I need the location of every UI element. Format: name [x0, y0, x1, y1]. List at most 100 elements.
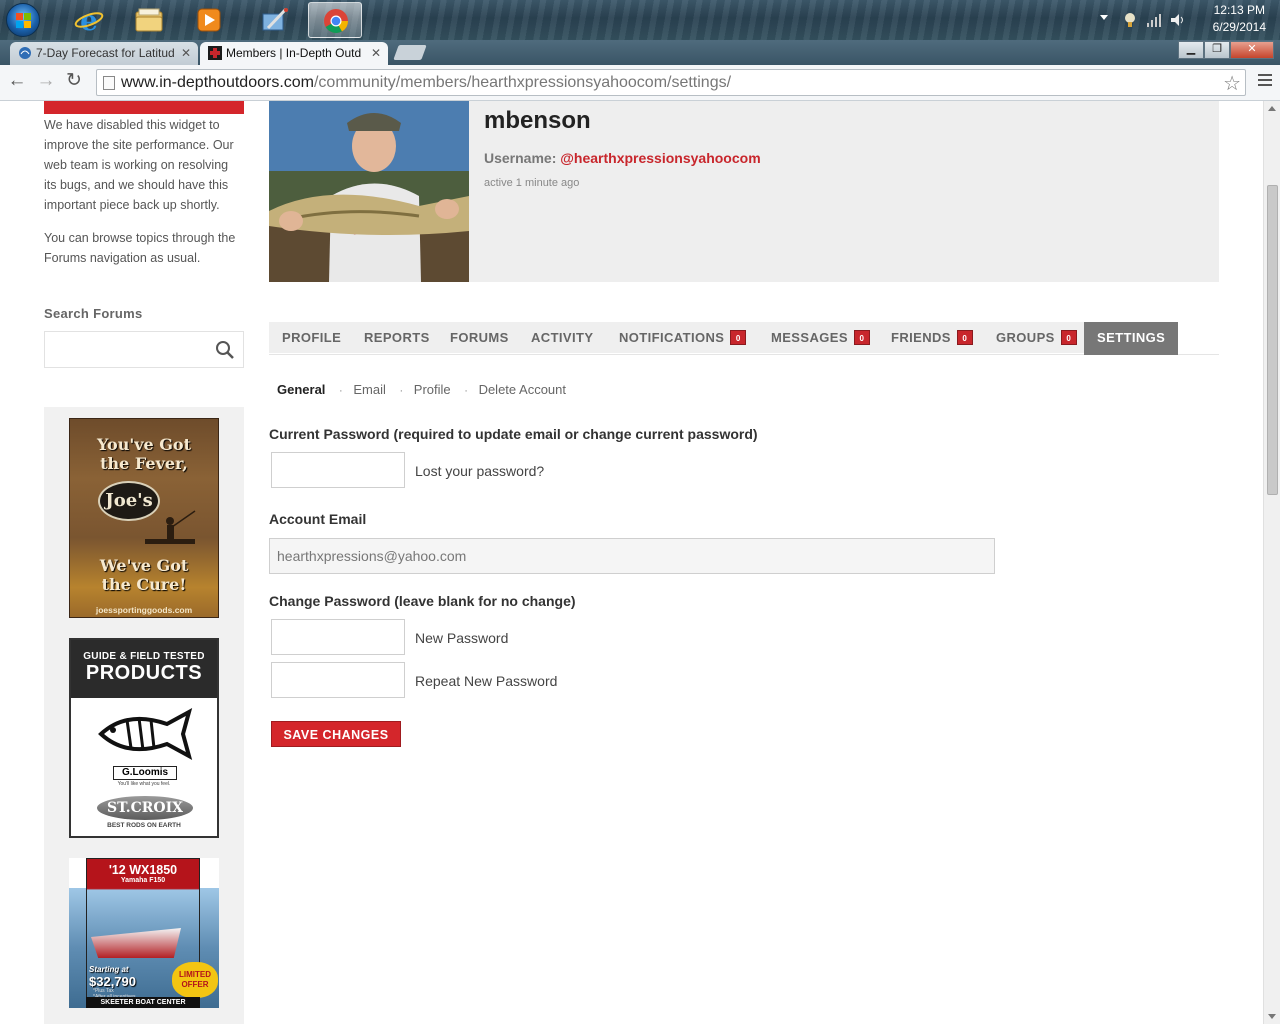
svg-text:e: e: [80, 6, 98, 34]
account-email-field[interactable]: hearthxpressions@yahoo.com: [269, 538, 995, 574]
bookmark-star-icon[interactable]: ☆: [1223, 71, 1241, 96]
settings-subnav: General · Email · Profile · Delete Accou…: [277, 382, 566, 397]
internet-explorer-icon: e: [74, 6, 104, 34]
joes-sporting-goods-ad[interactable]: You've Got the Fever, Joe's We've Got th…: [69, 418, 219, 618]
chrome-menu-icon[interactable]: [1258, 74, 1272, 88]
tab-label: GROUPS: [996, 330, 1055, 345]
notifications-count-badge: 0: [730, 330, 747, 345]
boat-model: '12 WX1850: [108, 863, 178, 877]
ad-header: GUIDE & FIELD TESTED PRODUCTS: [71, 640, 217, 698]
taskbar-file-explorer[interactable]: [122, 2, 176, 38]
scroll-down-icon[interactable]: [1268, 1014, 1276, 1019]
new-tab-button[interactable]: [393, 45, 427, 60]
search-forums-input[interactable]: [44, 331, 244, 368]
page-scrollbar[interactable]: [1263, 101, 1280, 1024]
widget-title-banner: [44, 101, 244, 114]
window-controls: ▁ ❐ ✕: [1178, 41, 1274, 59]
taskbar-control-panel[interactable]: [248, 2, 302, 38]
price-prefix: Starting at: [89, 965, 129, 974]
subnav-general[interactable]: General: [277, 382, 325, 397]
ad-text: the Cure!: [101, 575, 187, 594]
tab-forums[interactable]: FORUMS: [437, 322, 522, 353]
tab-notifications[interactable]: NOTIFICATIONS 0: [606, 322, 760, 353]
minimize-icon[interactable]: ▁: [1178, 41, 1204, 59]
show-hidden-icons-icon[interactable]: [1100, 15, 1108, 20]
messages-count-badge: 0: [853, 330, 870, 345]
repeat-password-field[interactable]: [271, 662, 405, 698]
ad-website: joessportinggoods.com: [95, 605, 193, 615]
browser-tab-title: 7-Day Forecast for Latitud: [36, 46, 175, 60]
groups-count-badge: 0: [1060, 330, 1077, 345]
stcroix-tagline: BEST RODS ON EARTH: [107, 822, 181, 829]
profile-header: NIKE mbenson Username: @hearthxpressions…: [269, 101, 1219, 282]
tab-label: FORUMS: [450, 330, 509, 345]
scrollbar-thumb[interactable]: [1267, 185, 1278, 495]
windows-logo-icon: [16, 13, 32, 29]
tab-activity[interactable]: ACTIVITY: [518, 322, 607, 353]
new-password-field[interactable]: [271, 619, 405, 655]
browser-tab-title: Members | In-Depth Outd: [226, 46, 362, 60]
avatar[interactable]: NIKE: [269, 101, 469, 282]
lost-password-link[interactable]: Lost your password?: [415, 463, 544, 479]
ad-title: PRODUCTS: [85, 662, 203, 684]
current-password-field[interactable]: [271, 452, 405, 488]
back-arrow-icon[interactable]: ←: [6, 71, 28, 93]
tab-settings[interactable]: SETTINGS: [1084, 322, 1179, 355]
signal-bars-icon[interactable]: [1146, 12, 1162, 28]
taskbar-internet-explorer[interactable]: e: [62, 2, 116, 38]
taskbar-chrome[interactable]: [308, 2, 362, 38]
subnav-email[interactable]: Email: [353, 382, 386, 397]
tab-messages[interactable]: MESSAGES 0: [758, 322, 883, 353]
tab-reports[interactable]: REPORTS: [351, 322, 443, 353]
username-handle: @hearthxpressionsyahoocom: [560, 150, 761, 166]
tab-label: NOTIFICATIONS: [619, 330, 725, 345]
reload-icon[interactable]: ↻: [63, 71, 85, 93]
network-status-icon[interactable]: [1122, 12, 1138, 28]
boat-price: $32,790: [89, 974, 136, 989]
fisherman-silhouette-icon: [145, 510, 196, 544]
search-icon[interactable]: [215, 340, 235, 360]
profile-username-row: Username: @hearthxpressionsyahoocom: [484, 150, 761, 166]
start-button[interactable]: [6, 3, 40, 37]
tab-friends[interactable]: FRIENDS 0: [878, 322, 986, 353]
address-url: www.in-depthoutdoors.com/community/membe…: [121, 74, 731, 92]
tab-label: MESSAGES: [771, 330, 848, 345]
browser-tab-members[interactable]: Members | In-Depth Outd ✕: [200, 42, 388, 65]
taskbar-media-player[interactable]: [182, 2, 236, 38]
tab-close-icon[interactable]: ✕: [181, 42, 191, 64]
page-icon: [103, 76, 115, 90]
save-changes-button[interactable]: SAVE CHANGES: [271, 721, 401, 747]
change-password-label: Change Password (leave blank for no chan…: [269, 593, 576, 609]
browser-tab-forecast[interactable]: 7-Day Forecast for Latitud ✕: [10, 42, 198, 65]
folder-icon: [135, 8, 163, 32]
scroll-up-icon[interactable]: [1268, 106, 1276, 111]
tab-close-icon[interactable]: ✕: [371, 42, 381, 64]
tab-label: REPORTS: [364, 330, 430, 345]
skeeter-boat-ad[interactable]: '12 WX1850 Yamaha F150 Starting at $32,7…: [69, 858, 219, 1008]
close-window-icon[interactable]: ✕: [1230, 41, 1274, 59]
subnav-delete-account[interactable]: Delete Account: [479, 382, 566, 397]
media-player-icon: [197, 8, 221, 32]
subnav-separator: ·: [399, 385, 404, 397]
new-password-label: New Password: [415, 630, 509, 646]
address-bar[interactable]: www.in-depthoutdoors.com/community/membe…: [96, 69, 1246, 96]
system-clock[interactable]: 12:13 PM 6/29/2014: [1213, 2, 1266, 36]
restore-icon[interactable]: ❐: [1204, 41, 1230, 59]
tab-groups[interactable]: GROUPS 0: [983, 322, 1090, 353]
subnav-separator: ·: [339, 385, 343, 397]
subnav-profile[interactable]: Profile: [414, 382, 451, 397]
page-viewport: We have disabled this widget to improve …: [0, 101, 1263, 1024]
tab-profile[interactable]: PROFILE: [269, 322, 355, 353]
volume-icon[interactable]: [1170, 12, 1186, 28]
stcroix-logo: ST.CROIX: [97, 796, 193, 820]
browser-tab-strip: 7-Day Forecast for Latitud ✕ Members | I…: [0, 40, 1280, 65]
username-label: Username:: [484, 150, 557, 166]
ad-text: You've Got: [96, 435, 191, 454]
forward-arrow-icon[interactable]: →: [35, 71, 57, 93]
weather-favicon-icon: [19, 47, 31, 59]
control-panel-icon: [262, 7, 288, 31]
chrome-icon: [324, 9, 348, 34]
field-tested-products-ad[interactable]: GUIDE & FIELD TESTED PRODUCTS G.Loomis Y…: [69, 638, 219, 838]
browser-toolbar: ← → ↻ www.in-depthoutdoors.com/community…: [0, 65, 1280, 101]
subnav-separator: ·: [464, 385, 468, 397]
